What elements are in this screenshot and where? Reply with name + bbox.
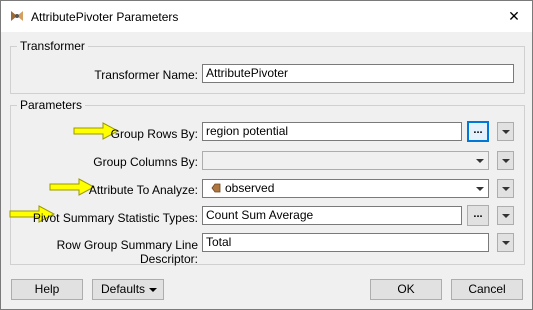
- row-group-descriptor-menu-button[interactable]: [497, 233, 514, 252]
- row-group-descriptor-input[interactable]: Total: [202, 233, 489, 252]
- pivot-summary-menu-button[interactable]: [497, 206, 514, 225]
- attribute-icon: [211, 183, 221, 193]
- chevron-down-icon: [501, 158, 510, 163]
- dialog-window: AttributePivoter Parameters ✕ Transforme…: [0, 0, 533, 310]
- pivot-summary-browse-button[interactable]: ...: [467, 205, 489, 226]
- group-rows-by-label: Group Rows By:: [110, 127, 198, 141]
- fme-transformer-icon: [11, 11, 23, 21]
- title-bar: AttributePivoter Parameters ✕: [1, 1, 532, 32]
- group-columns-by-select[interactable]: [202, 151, 489, 170]
- attribute-to-analyze-label: Attribute To Analyze:: [88, 183, 198, 197]
- group-columns-menu-button[interactable]: [497, 151, 514, 170]
- help-button[interactable]: Help: [11, 279, 83, 300]
- group-columns-by-label: Group Columns By:: [93, 155, 198, 169]
- close-button[interactable]: ✕: [496, 1, 532, 32]
- defaults-label: Defaults: [101, 282, 146, 296]
- group-rows-menu-button[interactable]: [497, 122, 514, 141]
- chevron-down-icon: [501, 213, 510, 218]
- group-rows-browse-button[interactable]: ...: [467, 121, 489, 142]
- transformer-name-label: Transformer Name:: [94, 68, 198, 82]
- dropdown-arrow-icon: [472, 152, 488, 169]
- dropdown-arrow-icon: [472, 180, 488, 197]
- attribute-menu-button[interactable]: [497, 179, 514, 198]
- dropdown-arrow-icon: [149, 288, 157, 292]
- pivot-summary-types-input[interactable]: Count Sum Average: [202, 206, 462, 225]
- transformer-name-input[interactable]: AttributePivoter: [202, 64, 514, 83]
- defaults-button[interactable]: Defaults: [92, 279, 164, 300]
- chevron-down-icon: [501, 240, 510, 245]
- pivot-summary-types-label: Pivot Summary Statistic Types:: [32, 211, 198, 225]
- window-title: AttributePivoter Parameters: [31, 10, 179, 24]
- close-icon: ✕: [508, 8, 520, 24]
- chevron-down-icon: [501, 129, 510, 134]
- attribute-to-analyze-select[interactable]: observed: [202, 179, 489, 198]
- ok-button[interactable]: OK: [370, 279, 442, 300]
- attribute-to-analyze-value: observed: [225, 181, 275, 195]
- chevron-down-icon: [501, 186, 510, 191]
- parameters-legend: Parameters: [17, 98, 86, 112]
- row-group-descriptor-label: Row Group Summary Line Descriptor:: [56, 238, 198, 266]
- transformer-legend: Transformer: [17, 39, 88, 53]
- group-rows-by-input[interactable]: region potential: [202, 122, 462, 141]
- cancel-button[interactable]: Cancel: [451, 279, 523, 300]
